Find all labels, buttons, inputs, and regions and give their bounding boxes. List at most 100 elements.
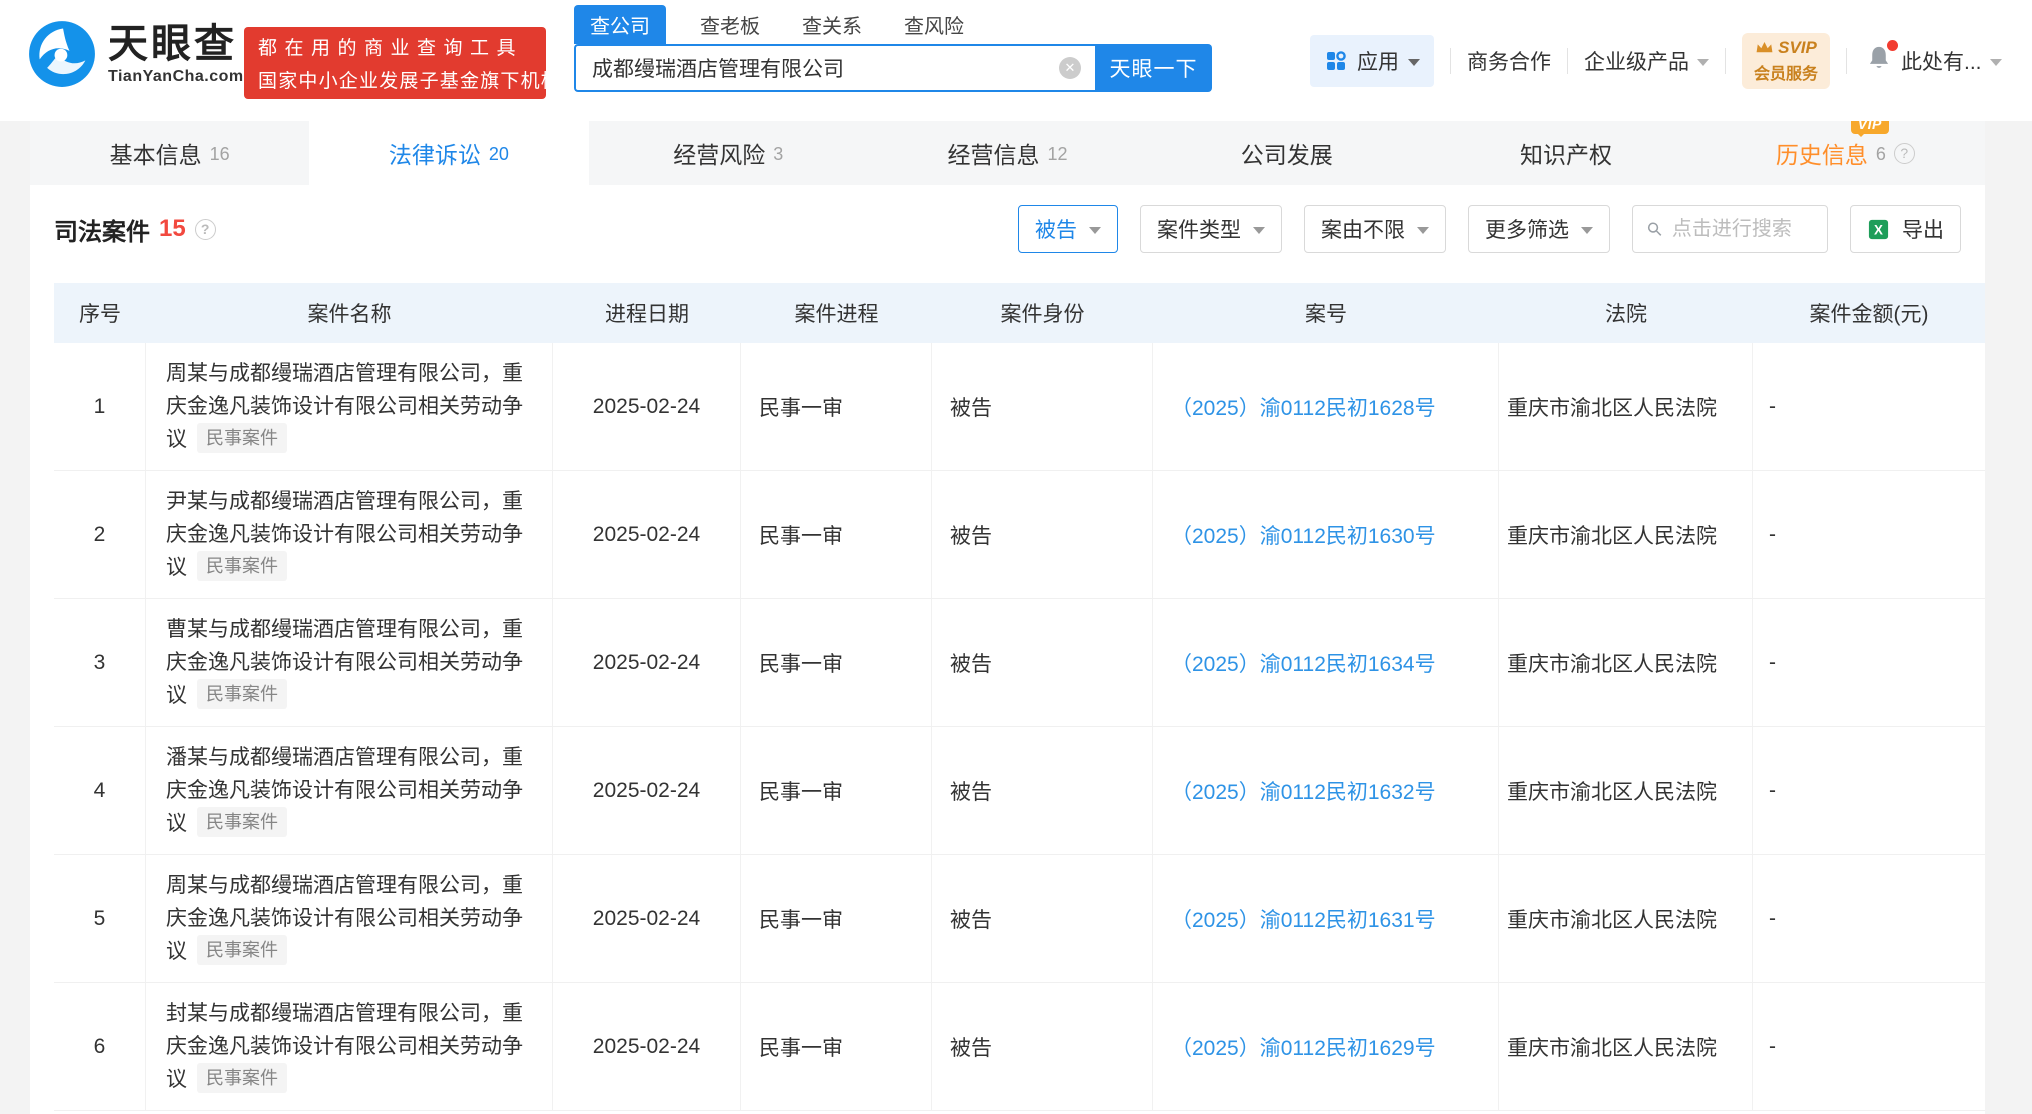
cell-date: 2025-02-24 — [553, 855, 741, 982]
case-type-label: 案件类型 — [1157, 219, 1241, 242]
search-tab-company[interactable]: 查公司 — [574, 5, 666, 44]
cell-role: 被告 — [932, 727, 1153, 854]
role-filter-dropdown[interactable]: 被告 — [1018, 205, 1118, 253]
nav-business-cooperation[interactable]: 商务合作 — [1467, 46, 1551, 76]
notifications-button[interactable] — [1865, 40, 1899, 77]
cell-index: 2 — [54, 471, 146, 598]
top-nav: 应用 商务合作 企业级产品 SVIP 会员服务 此处有... — [1310, 0, 2002, 121]
tab-operational-risk[interactable]: 经营风险 3 — [589, 121, 868, 185]
logo-swirl-icon — [29, 21, 95, 87]
svip-member-button[interactable]: SVIP 会员服务 — [1742, 32, 1831, 89]
enterprise-label: 企业级产品 — [1584, 50, 1689, 74]
cell-amount: - — [1769, 906, 1776, 930]
tab-basic-info[interactable]: 基本信息 16 — [30, 121, 309, 185]
tab-history-info[interactable]: 历史信息 VIP 6 — [1706, 114, 1985, 185]
search-input[interactable] — [574, 44, 1095, 92]
table-search-input[interactable] — [1671, 217, 1814, 241]
case-number-link[interactable]: （2025）渝0112民初1628号 — [1171, 392, 1436, 422]
cell-role: 被告 — [932, 599, 1153, 726]
page: 天眼查 TianYanCha.com 都在用的商业查询工具 国家中小企业发展子基… — [0, 0, 2032, 1114]
account-menu[interactable]: 此处有... — [1901, 46, 2002, 76]
role-filter-label: 被告 — [1035, 219, 1077, 242]
svip-label: SVIP — [1778, 37, 1817, 57]
case-number-link[interactable]: （2025）渝0112民初1632号 — [1171, 776, 1436, 806]
chevron-down-icon — [1989, 58, 2002, 66]
case-number-link[interactable]: （2025）渝0112民初1629号 — [1171, 1032, 1436, 1062]
notification-dot — [1887, 40, 1899, 51]
cell-date: 2025-02-24 — [553, 343, 741, 470]
tab-count: 20 — [488, 143, 509, 164]
apps-menu-button[interactable]: 应用 — [1310, 34, 1434, 87]
table-search-box[interactable] — [1632, 205, 1828, 253]
case-number-link[interactable]: （2025）渝0112民初1630号 — [1171, 520, 1436, 550]
case-type-tag: 民事案件 — [197, 1063, 287, 1093]
cell-index: 6 — [54, 983, 146, 1110]
export-button[interactable]: X 导出 — [1850, 205, 1961, 253]
case-number-link[interactable]: （2025）渝0112民初1631号 — [1171, 904, 1436, 934]
tianyancha-logo[interactable]: 天眼查 TianYanCha.com — [28, 20, 244, 88]
tab-business-info[interactable]: 经营信息 12 — [868, 121, 1147, 185]
cell-court: 重庆市渝北区人民法院 — [1499, 983, 1753, 1110]
filter-controls: 被告 案件类型 案由不限 更多筛选 点击进行搜索 X 导出 — [1018, 205, 1961, 253]
cell-case-no: （2025）渝0112民初1628号 — [1153, 343, 1499, 470]
tab-legal-litigation[interactable]: 法律诉讼 20 — [309, 121, 589, 185]
cell-case-name: 尹某与成都缦瑞酒店管理有限公司，重庆金逸凡装饰设计有限公司相关劳动争议 民事案件 — [146, 471, 553, 598]
table-row: 4 潘某与成都缦瑞酒店管理有限公司，重庆金逸凡装饰设计有限公司相关劳动争议 民事案… — [54, 727, 1985, 855]
slogan-line-2: 国家中小企业发展子基金旗下机构 — [258, 71, 562, 92]
cell-court: 重庆市渝北区人民法院 — [1499, 855, 1753, 982]
more-filters-dropdown[interactable]: 更多筛选 — [1468, 205, 1610, 253]
tab-count: 16 — [209, 143, 230, 164]
cell-role: 被告 — [932, 983, 1153, 1110]
cell-process: 民事一审 — [741, 599, 932, 726]
tab-company-development[interactable]: 公司发展 — [1147, 121, 1426, 185]
crown-icon — [1756, 41, 1773, 53]
case-type-filter-dropdown[interactable]: 案件类型 — [1140, 205, 1282, 253]
cell-court: 重庆市渝北区人民法院 — [1499, 599, 1753, 726]
svip-member-label: 会员服务 — [1754, 65, 1819, 83]
excel-icon: X — [1868, 219, 1889, 239]
apps-label: 应用 — [1357, 50, 1399, 74]
cell-date: 2025-02-24 — [553, 471, 741, 598]
search-tab-risk[interactable]: 查风险 — [896, 5, 972, 44]
search-tab-boss[interactable]: 查老板 — [692, 5, 768, 44]
cell-process: 民事一审 — [741, 727, 932, 854]
tab-label: 法律诉讼 — [388, 142, 481, 168]
cell-index: 4 — [54, 727, 146, 854]
case-type-tag: 民事案件 — [197, 935, 287, 965]
search-tabs: 查公司 查老板 查关系 查风险 — [574, 5, 1212, 44]
col-court: 法院 — [1605, 303, 1647, 326]
tab-count: 3 — [773, 143, 784, 164]
cell-process: 民事一审 — [741, 855, 932, 982]
cell-role: 被告 — [932, 343, 1153, 470]
tab-label: 公司发展 — [1240, 142, 1333, 168]
cell-court: 重庆市渝北区人民法院 — [1499, 343, 1753, 470]
clear-icon[interactable] — [1059, 57, 1081, 79]
slogan-line-1: 都在用的商业查询工具 — [258, 38, 524, 59]
cell-case-name: 曹某与成都缦瑞酒店管理有限公司，重庆金逸凡装饰设计有限公司相关劳动争议 民事案件 — [146, 599, 553, 726]
chevron-down-icon — [1697, 58, 1709, 66]
chevron-down-icon — [1253, 227, 1265, 234]
cause-filter-dropdown[interactable]: 案由不限 — [1304, 205, 1446, 253]
col-role: 案件身份 — [1000, 303, 1085, 326]
nav-enterprise-products[interactable]: 企业级产品 — [1584, 46, 1709, 76]
tab-label: 基本信息 — [109, 142, 202, 168]
tab-label: 经营风险 — [673, 142, 766, 168]
divider — [1725, 47, 1726, 74]
table-header: 序号 案件名称 进程日期 案件进程 案件身份 案号 法院 案件金额(元) — [54, 283, 1985, 343]
question-icon[interactable] — [194, 218, 216, 240]
section-title: 司法案件 15 — [54, 212, 216, 247]
content-card: 基本信息 16 法律诉讼 20 经营风险 3 经营信息 12 公司发展 知识产权 — [30, 114, 1985, 1114]
tab-intellectual-property[interactable]: 知识产权 — [1426, 121, 1705, 185]
search-button[interactable]: 天眼一下 — [1095, 44, 1212, 92]
table-row: 1 周某与成都缦瑞酒店管理有限公司，重庆金逸凡装饰设计有限公司相关劳动争议 民事案… — [54, 343, 1985, 471]
question-icon[interactable] — [1893, 142, 1915, 164]
col-case-name: 案件名称 — [307, 303, 392, 326]
cell-case-no: （2025）渝0112民初1631号 — [1153, 855, 1499, 982]
cell-index: 5 — [54, 855, 146, 982]
search-tab-relation[interactable]: 查关系 — [794, 5, 870, 44]
case-number-link[interactable]: （2025）渝0112民初1634号 — [1171, 648, 1436, 678]
divider — [1450, 47, 1451, 74]
cell-process: 民事一审 — [741, 471, 932, 598]
table-row: 3 曹某与成都缦瑞酒店管理有限公司，重庆金逸凡装饰设计有限公司相关劳动争议 民事案… — [54, 599, 1985, 727]
tab-count: 6 — [1875, 143, 1886, 164]
